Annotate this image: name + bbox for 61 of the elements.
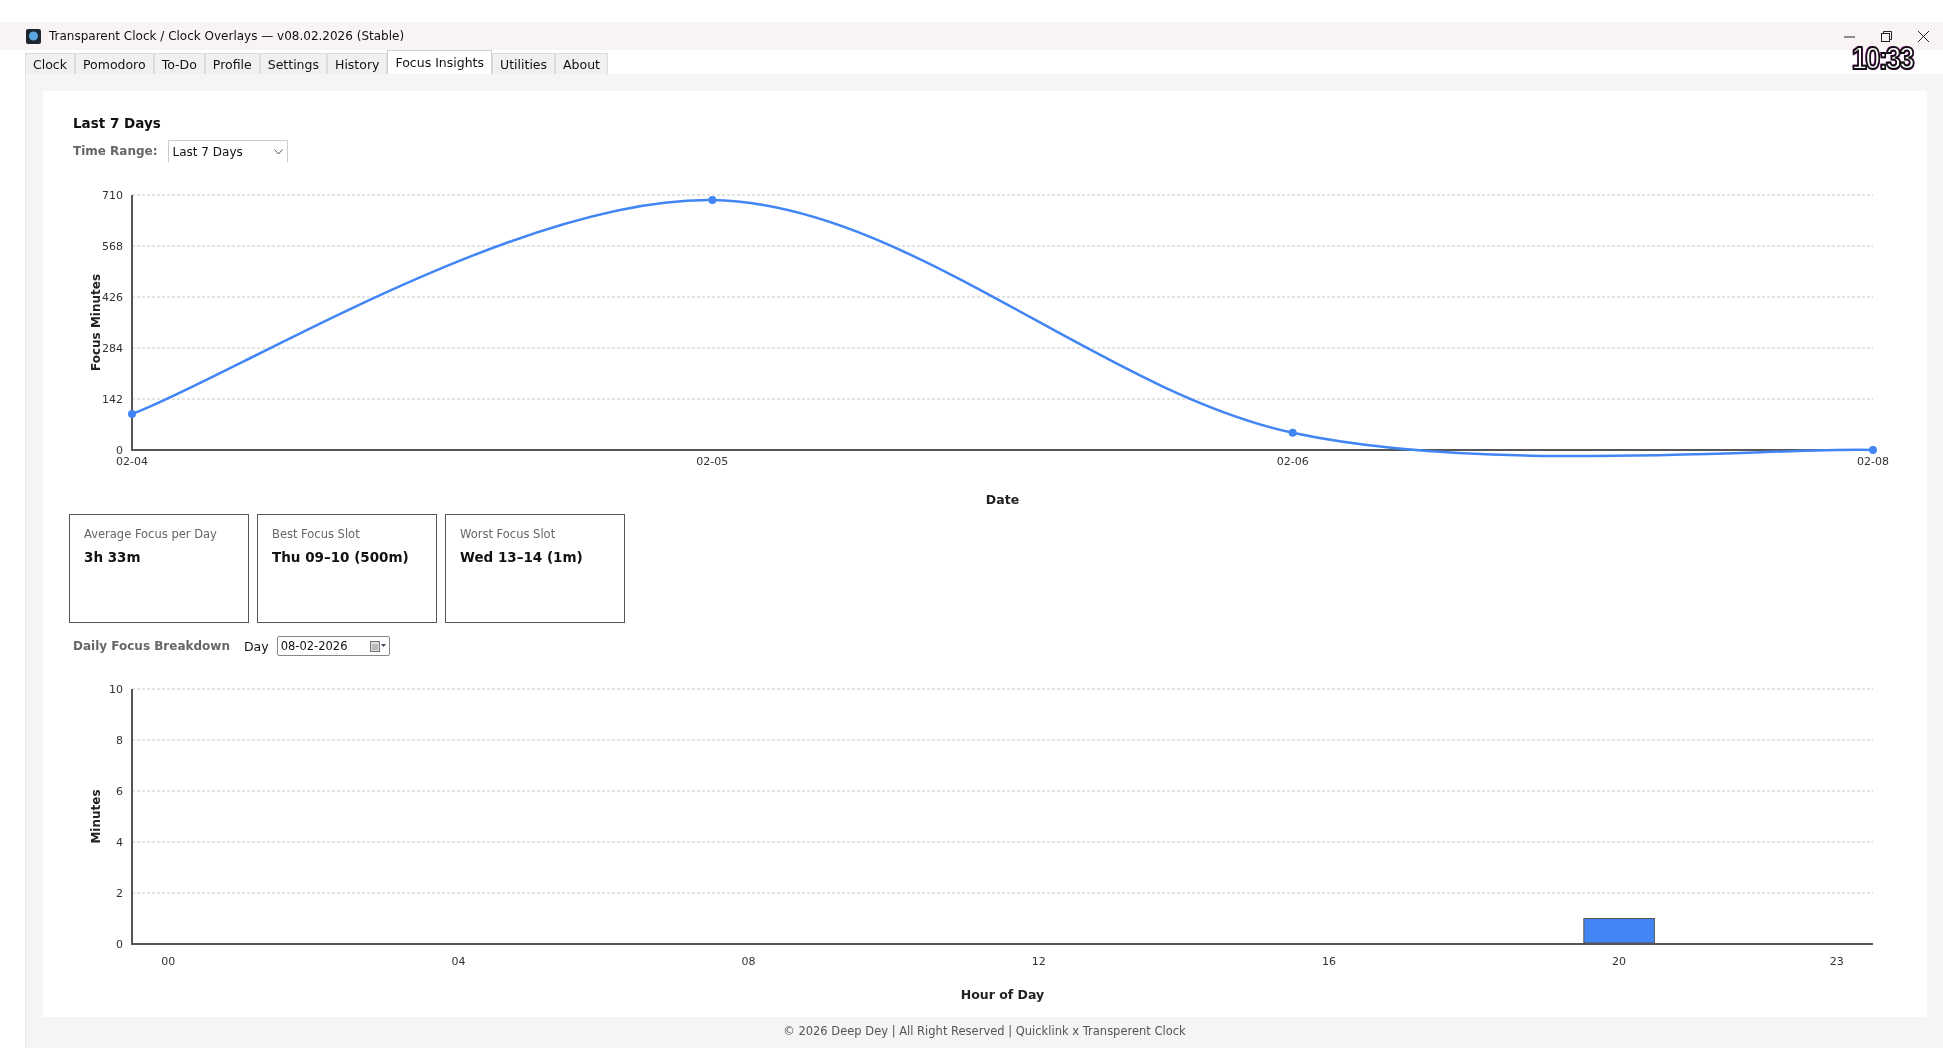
stat-value: 3h 33m [84,549,142,565]
axis-label: 02-08 [1857,455,1889,468]
bar [1583,918,1655,944]
axis-label: 568 [102,240,123,253]
axis-label: 02-05 [696,455,729,468]
axis-label: 02-06 [1276,455,1309,468]
data-point [708,196,717,205]
axis-label: 23 [1829,955,1844,968]
stat-label: Average Focus per Day [84,527,218,541]
field-label: Day [243,638,269,654]
tab[interactable]: To-Do [153,53,205,74]
time-range-dropdown[interactable]: Last 7 Days [167,140,288,162]
tab[interactable]: Utilities [492,53,556,74]
axis-label: 710 [102,189,123,202]
data-point [1288,428,1297,437]
field-label: Time Range: [73,144,158,158]
calendar-icon [369,640,386,652]
window-title: Transparent Clock / Clock Overlays — v08.02.2026 (Stable) [49,29,405,43]
tab[interactable]: History [327,53,388,74]
clock-time: 10:33 [1851,40,1913,77]
axis-title: Hour of Day [960,987,1045,1002]
axis-label: 12 [1031,955,1046,968]
axis-label: 426 [102,291,123,304]
data-point [128,410,136,419]
axis-label: 08 [741,955,756,968]
tab[interactable]: Pomodoro [74,53,154,74]
axis-label: 02-04 [116,455,148,468]
axis-label: 20 [1612,955,1627,968]
axis-label: 04 [451,955,466,968]
app-icon [26,28,41,44]
close-icon[interactable] [1918,30,1929,42]
tab[interactable]: Settings [259,53,327,74]
tab[interactable]: Profile [204,53,260,74]
date-picker[interactable]: 08-02-2026 [276,636,390,656]
tab[interactable]: About [555,53,609,74]
data-point [1869,446,1877,454]
axis-title: Minutes [89,789,103,844]
chevron-down-icon [273,148,283,155]
stat-label: Worst Focus Slot [460,527,557,541]
footer-text: © 2026 Deep Dey | All Right Reserved | Quicklink x Transperent Clock [782,1024,1187,1038]
axis-label: 6 [116,785,123,798]
stat-value: Thu 09–10 (500m) [272,549,410,565]
axis-label: 142 [102,393,123,406]
axis-label: 0 [116,444,123,457]
tab[interactable]: Clock [25,53,75,74]
stat-label: Best Focus Slot [272,527,361,541]
axis-title: Date [985,492,1020,507]
restore-icon[interactable] [1881,30,1892,42]
tab[interactable]: Focus Insights [387,50,492,74]
axis-label: 10 [109,683,123,696]
axis-label: 284 [102,342,123,355]
stat-value: Wed 13–14 (1m) [460,549,584,565]
axis-label: 0 [116,938,123,951]
axis-label: 00 [161,955,176,968]
section-heading: Last 7 Days [73,115,162,131]
axis-label: 8 [116,734,123,747]
axis-title: Focus Minutes [89,273,103,372]
axis-label: 2 [116,887,123,900]
axis-label: 16 [1321,955,1336,968]
section-label: Daily Focus Breakdown [73,639,230,653]
axis-label: 4 [116,836,123,849]
